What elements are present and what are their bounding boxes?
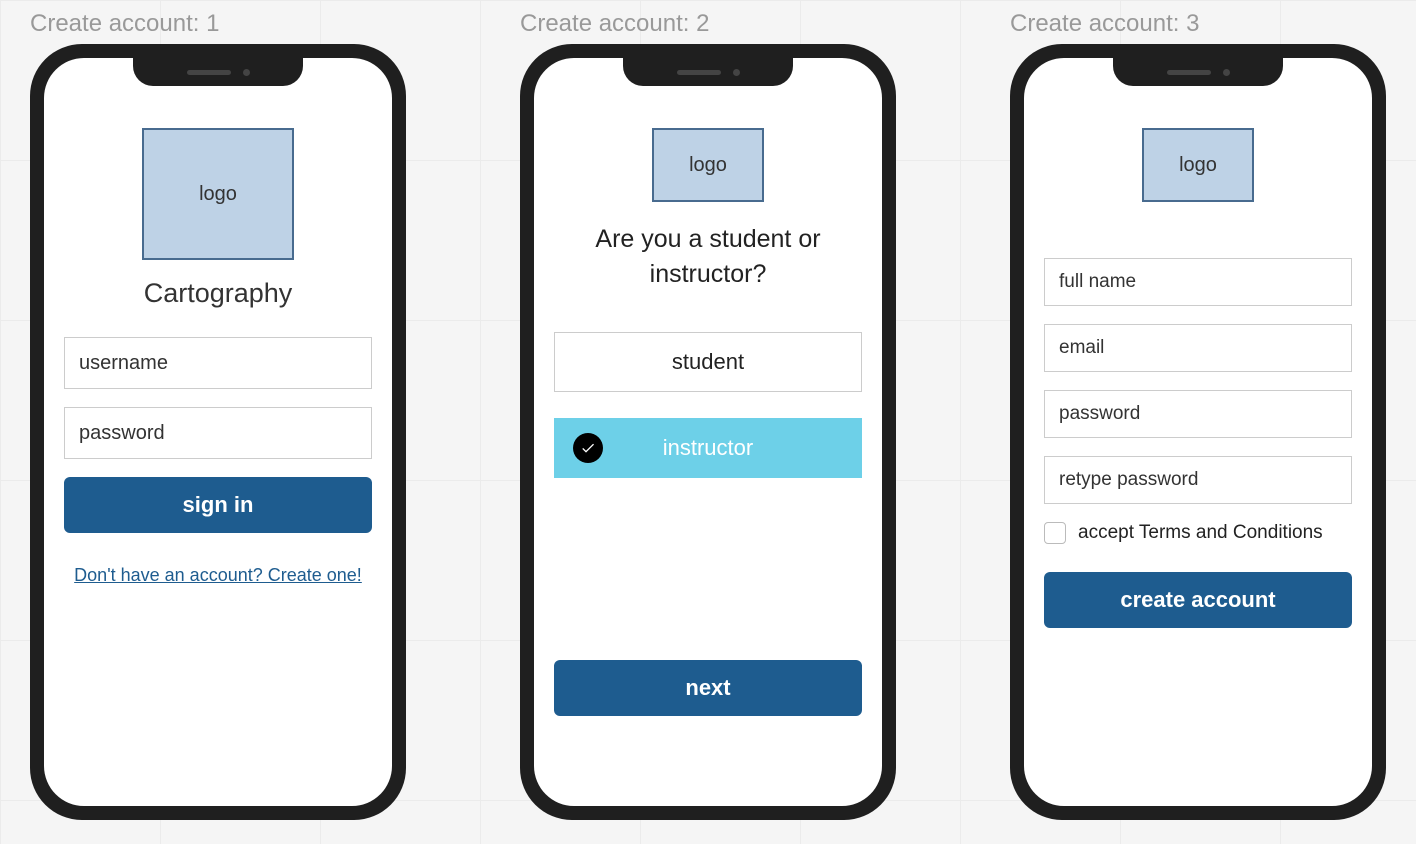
frame-create-account-3: Create account: 3 logo accept Terms and …: [1010, 10, 1386, 820]
phone-screen-2: logo Are you a student or instructor? st…: [534, 58, 882, 806]
logo-placeholder: logo: [652, 128, 764, 202]
terms-checkbox[interactable]: [1044, 522, 1066, 544]
username-input[interactable]: [64, 337, 372, 389]
terms-row: accept Terms and Conditions: [1044, 522, 1352, 544]
role-question: Are you a student or instructor?: [554, 222, 862, 292]
frame-label-1: Create account: 1: [30, 10, 406, 38]
create-account-link[interactable]: Don't have an account? Create one!: [64, 565, 372, 586]
frame-label-2: Create account: 2: [520, 10, 896, 38]
terms-label: accept Terms and Conditions: [1078, 522, 1323, 544]
phone-screen-1: logo Cartography sign in Don't have an a…: [44, 58, 392, 806]
frame-create-account-2: Create account: 2 logo Are you a student…: [520, 10, 896, 820]
password-input[interactable]: [1044, 390, 1352, 438]
sign-in-button[interactable]: sign in: [64, 477, 372, 533]
create-account-button[interactable]: create account: [1044, 572, 1352, 628]
app-title: Cartography: [64, 278, 372, 309]
student-option-label: student: [672, 349, 744, 375]
phone-screen-3: logo accept Terms and Conditions create …: [1024, 58, 1372, 806]
fullname-input[interactable]: [1044, 258, 1352, 306]
student-option[interactable]: student: [554, 332, 862, 392]
instructor-option-label: instructor: [663, 435, 753, 461]
email-input[interactable]: [1044, 324, 1352, 372]
phone-frame-3: logo accept Terms and Conditions create …: [1010, 44, 1386, 820]
frame-create-account-1: Create account: 1 logo Cartography sign …: [30, 10, 406, 820]
phone-notch-icon: [1113, 58, 1283, 86]
frame-label-3: Create account: 3: [1010, 10, 1386, 38]
phone-frame-2: logo Are you a student or instructor? st…: [520, 44, 896, 820]
phone-frame-1: logo Cartography sign in Don't have an a…: [30, 44, 406, 820]
logo-placeholder: logo: [1142, 128, 1254, 202]
password-input[interactable]: [64, 407, 372, 459]
phone-notch-icon: [133, 58, 303, 86]
next-button[interactable]: next: [554, 660, 862, 716]
phone-notch-icon: [623, 58, 793, 86]
checkmark-icon: [573, 433, 603, 463]
retype-password-input[interactable]: [1044, 456, 1352, 504]
instructor-option[interactable]: instructor: [554, 418, 862, 478]
logo-placeholder: logo: [142, 128, 294, 260]
